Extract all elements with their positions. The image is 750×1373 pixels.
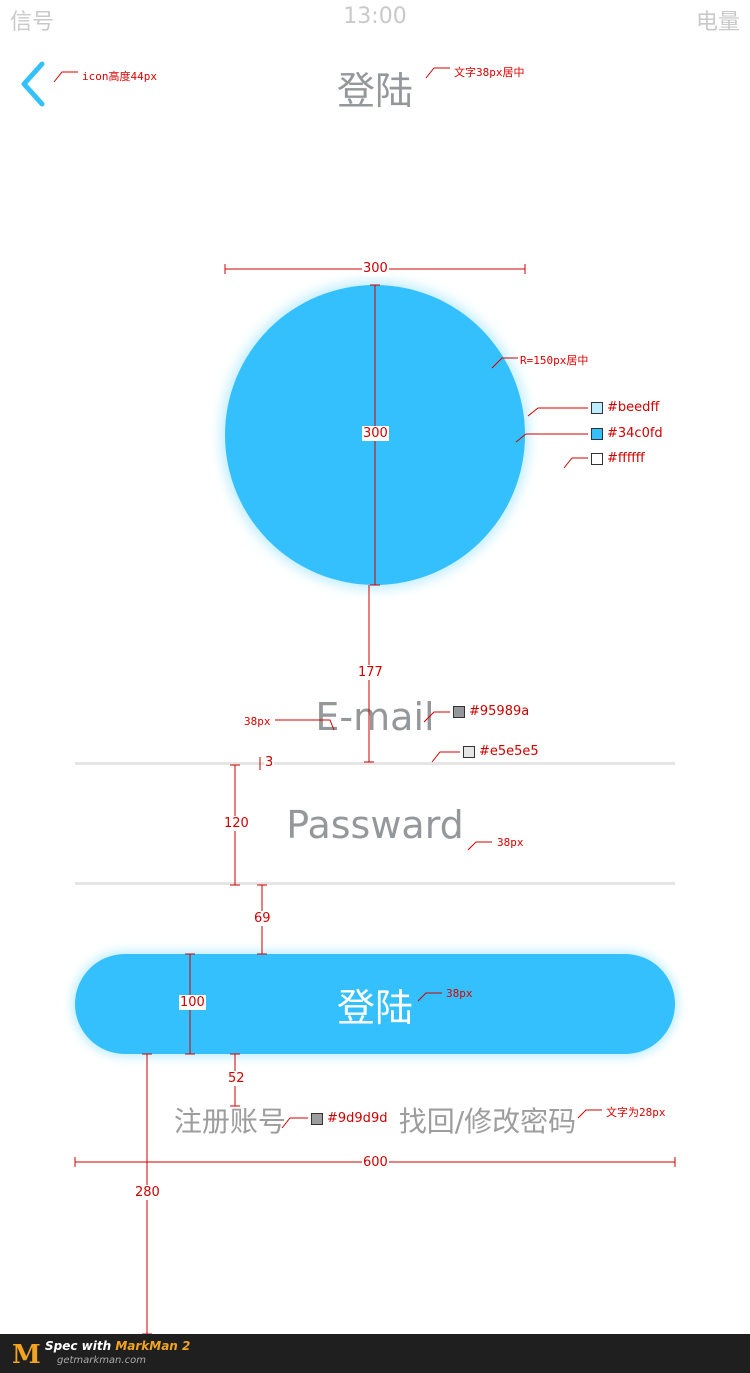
annotation-password-size: 38px [497,836,524,849]
swatch-e5e5e5 [463,745,475,758]
annotation-color-label: #9d9d9d [327,1111,388,1126]
annotation-avatar-width: 300 [362,261,389,276]
swatch-95989a [453,705,465,718]
annotation-color-ffffff: #ffffff [590,451,646,466]
annotation-color-label: #e5e5e5 [479,744,539,759]
annotation-gap-177: 177 [357,665,384,680]
annotation-gap-120: 120 [223,816,250,831]
annotation-divider-3: 3 [264,755,275,770]
annotation-color-beedff: #beedff [590,400,661,415]
annotation-color-label: #ffffff [607,451,645,466]
markman-brand: MarkMan 2 [115,1339,191,1353]
swatch-34c0fd [591,427,603,440]
markman-url: getmarkman.com [57,1355,146,1366]
annotation-color-e5e5e5: #e5e5e5 [462,744,540,759]
swatch-beedff [591,401,603,414]
swatch-9d9d9d [311,1112,323,1125]
annotation-color-34c0fd: #34c0fd [590,426,664,441]
annotation-color-9d9d9d: #9d9d9d [310,1111,389,1126]
markman-tagline: Spec with MarkMan 2 [45,1339,190,1353]
annotation-avatar-height: 300 [362,426,389,441]
annotation-color-label: #beedff [607,400,660,415]
markman-logo-icon: M [12,1340,41,1370]
annotation-color-label: #95989a [469,704,530,719]
annotation-width-600: 600 [362,1155,389,1170]
swatch-ffffff [591,452,603,465]
markman-tagline-prefix: Spec with [45,1339,116,1353]
annotation-color-95989a: #95989a [452,704,531,719]
annotation-radius: R=150px居中 [520,354,589,367]
annotation-gap-52: 52 [227,1071,246,1086]
annotation-title-text: 文字38px居中 [454,66,525,79]
annotation-links-text: 文字为28px [606,1106,666,1119]
annotation-button-text-size: 38px [446,987,473,1000]
annotation-gap-280: 280 [134,1185,161,1200]
annotation-button-100: 100 [179,995,206,1010]
annotation-icon-height: icon高度44px [82,70,157,83]
annotation-email-size: 38px [244,715,271,728]
annotation-color-label: #34c0fd [607,426,663,441]
annotation-gap-69: 69 [253,911,272,926]
